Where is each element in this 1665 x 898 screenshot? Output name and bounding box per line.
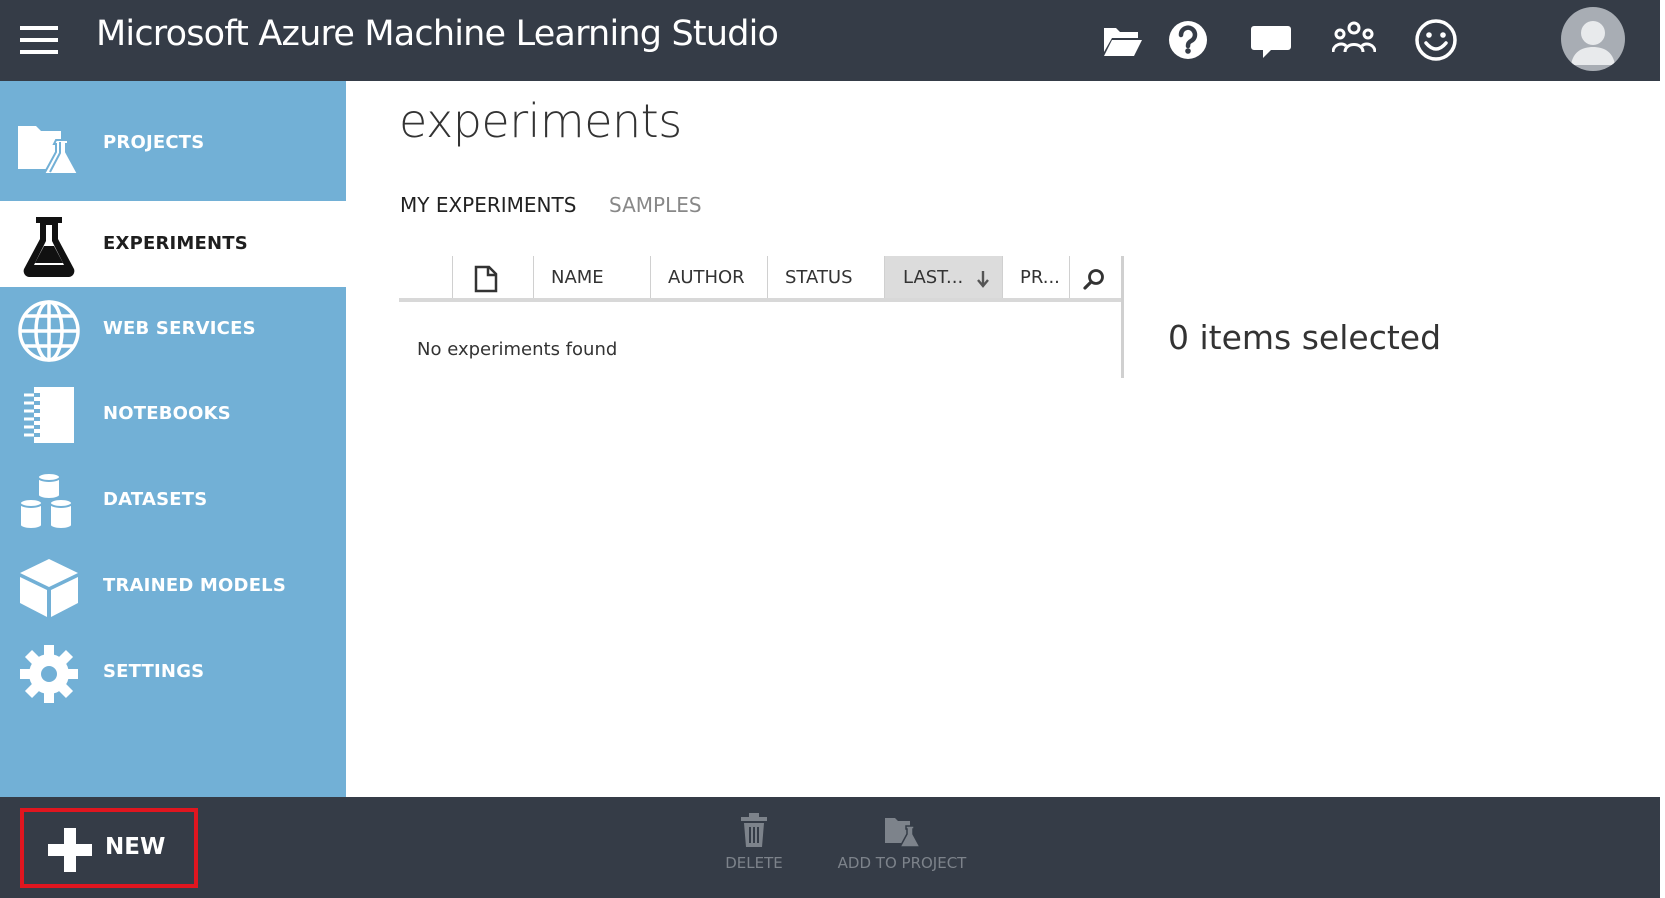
add-to-project-label: ADD TO PROJECT [837,854,967,872]
sidebar-item-label: PROJECTS [103,132,205,153]
gear-icon [20,645,78,703]
sort-descending-icon [977,271,989,288]
top-bar: Microsoft Azure Machine Learning Studio [0,0,1660,81]
sidebar-item-label: DATASETS [103,489,208,510]
app-title: Microsoft Azure Machine Learning Studio [96,14,779,54]
tab-my-experiments[interactable]: MY EXPERIMENTS [400,193,576,217]
table-divider [1121,256,1124,378]
delete-label: DELETE [725,854,783,872]
globe-icon [18,300,80,362]
app-window: Microsoft Azure Machine Learning Studio [0,0,1665,898]
column-project[interactable]: PR... [1002,256,1069,298]
empty-table-message: No experiments found [417,339,618,360]
projects-icon [18,126,80,175]
plus-icon [48,828,92,872]
new-button[interactable]: NEW [20,808,198,888]
smiley-icon[interactable] [1414,18,1458,62]
sidebar-item-label: WEB SERVICES [103,318,256,339]
cube-icon [20,559,78,617]
document-icon[interactable] [474,265,498,293]
add-to-project-button[interactable]: ADD TO PROJECT [832,812,972,872]
flask-icon [23,217,75,277]
window-edge [1660,0,1665,898]
page-title: experiments [399,94,682,148]
table-header: NAME AUTHOR STATUS LAST... PR... [399,256,1123,302]
sidebar: PROJECTS EXPERIMENTS WEB SERVICES NOTEBO… [0,81,346,797]
sidebar-item-projects[interactable]: PROJECTS [0,100,346,186]
column-author[interactable]: AUTHOR [650,256,767,298]
folder-open-icon[interactable] [1100,18,1144,62]
tab-samples[interactable]: SAMPLES [609,193,702,217]
menu-icon[interactable] [20,24,60,56]
sidebar-item-label: EXPERIMENTS [103,233,248,254]
bottom-command-bar [0,797,1660,898]
sidebar-item-notebooks[interactable]: NOTEBOOKS [0,371,346,457]
add-to-project-icon [885,818,920,848]
avatar[interactable] [1561,7,1625,71]
column-label: LAST... [903,267,964,288]
column-status[interactable]: STATUS [767,256,884,298]
sidebar-item-settings[interactable]: SETTINGS [0,629,346,715]
sidebar-item-web-services[interactable]: WEB SERVICES [0,286,346,372]
sidebar-item-label: SETTINGS [103,661,205,682]
community-icon[interactable] [1332,18,1376,62]
trash-icon [741,813,767,847]
help-icon[interactable] [1166,18,1210,62]
delete-button[interactable]: DELETE [718,812,790,872]
selection-count: 0 items selected [1168,318,1442,357]
column-name[interactable]: NAME [533,256,650,298]
sidebar-item-experiments[interactable]: EXPERIMENTS [0,201,346,287]
column-last-modified[interactable]: LAST... [885,256,1002,298]
feedback-icon[interactable] [1249,18,1293,62]
search-icon[interactable] [1082,267,1106,291]
sidebar-item-label: TRAINED MODELS [103,575,287,596]
sidebar-item-trained-models[interactable]: TRAINED MODELS [0,543,346,629]
sidebar-item-label: NOTEBOOKS [103,403,231,424]
datasets-icon [19,472,73,530]
sidebar-item-datasets[interactable]: DATASETS [0,457,346,543]
new-button-label: NEW [105,834,166,860]
notebook-icon [24,387,74,443]
